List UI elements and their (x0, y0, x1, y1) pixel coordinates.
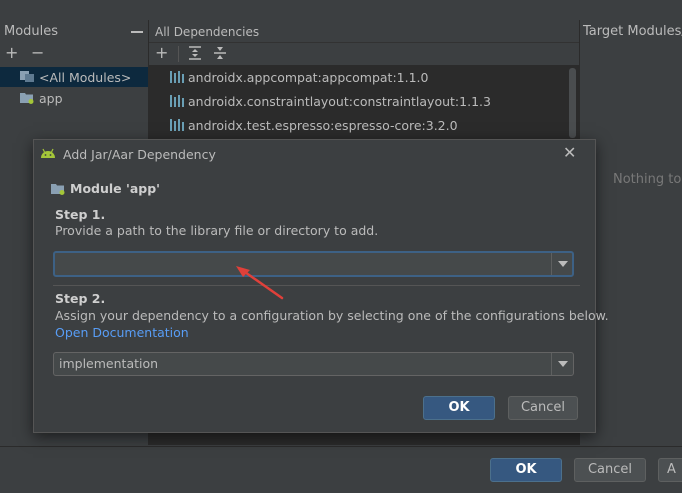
step2-title: Step 2. (55, 291, 106, 306)
library-icon (170, 95, 184, 107)
library-icon (170, 71, 184, 83)
module-folder-icon (20, 93, 34, 104)
add-dependency-button[interactable]: + (155, 45, 168, 61)
toolbar-separator (178, 46, 179, 62)
step1-title: Step 1. (55, 207, 106, 222)
open-documentation-link[interactable]: Open Documentation (55, 325, 189, 340)
add-module-button[interactable]: + (5, 45, 18, 61)
cancel-button[interactable]: Cancel (574, 458, 646, 482)
dependency-label: androidx.test.espresso:espresso-core:3.2… (188, 118, 458, 133)
module-folder-icon (51, 184, 65, 195)
target-empty-text: Nothing to (613, 172, 682, 187)
dialog-cancel-button[interactable]: Cancel (508, 396, 578, 420)
minimize-icon[interactable] (131, 31, 143, 33)
chevron-down-icon (558, 361, 568, 367)
modules-panel-title: Modules (4, 24, 59, 39)
divider (53, 285, 580, 286)
apply-button[interactable]: A (658, 458, 682, 482)
module-label[interactable]: app (39, 91, 63, 106)
expand-all-icon[interactable] (188, 46, 202, 60)
close-icon[interactable]: ✕ (563, 143, 576, 162)
dialog-ok-button[interactable]: OK (423, 396, 495, 420)
library-path-input[interactable] (53, 251, 574, 277)
configuration-value: implementation (59, 356, 159, 371)
dialog-title: Add Jar/Aar Dependency (63, 147, 216, 162)
all-modules-icon (20, 71, 34, 82)
android-icon (41, 148, 55, 158)
annotation-arrow-icon (236, 266, 284, 300)
dependencies-title: All Dependencies (155, 25, 260, 39)
module-name: Module 'app' (70, 181, 160, 196)
target-modules-title: Target Modules/ (583, 24, 682, 39)
dependency-label: androidx.appcompat:appcompat:1.1.0 (188, 70, 429, 85)
step2-description: Assign your dependency to a configuratio… (55, 308, 609, 323)
library-icon (170, 119, 184, 131)
dependency-label: androidx.constraintlayout:constraintlayo… (188, 94, 491, 109)
ok-button[interactable]: OK (490, 458, 562, 482)
dependencies-scrollbar[interactable] (569, 68, 576, 138)
step1-description: Provide a path to the library file or di… (55, 223, 379, 238)
remove-module-button[interactable]: − (31, 45, 44, 61)
chevron-down-icon (558, 261, 568, 267)
collapse-all-icon[interactable] (213, 46, 227, 60)
module-label: <All Modules> (39, 70, 132, 85)
